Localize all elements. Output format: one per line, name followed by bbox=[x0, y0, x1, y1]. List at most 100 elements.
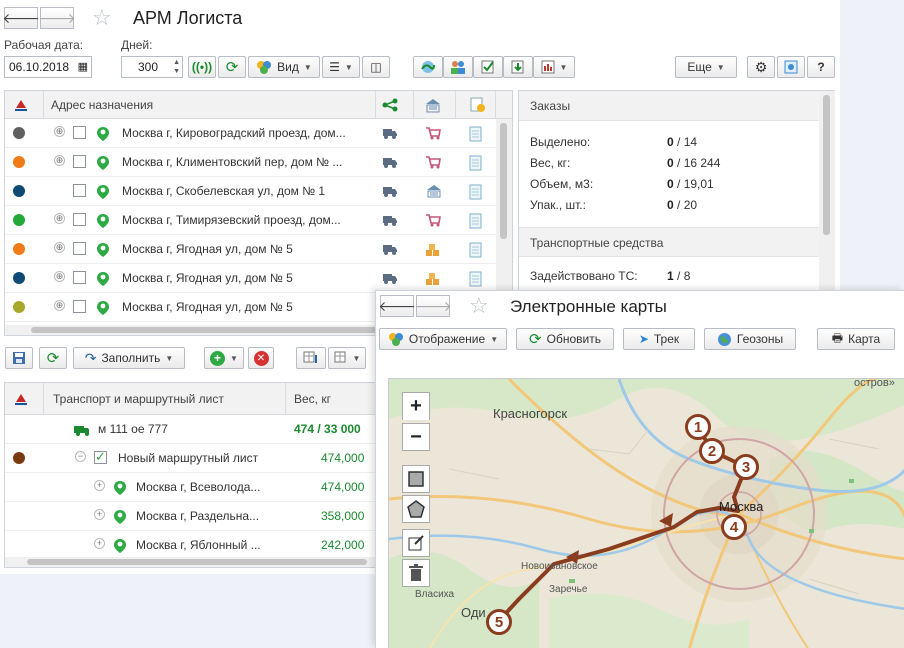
expand-icon[interactable]: ⊕ bbox=[54, 126, 65, 137]
display-button[interactable]: Отображение ▼ bbox=[379, 328, 507, 350]
calendar-icon[interactable]: ▦ bbox=[78, 60, 88, 73]
expand-icon[interactable]: ⊕ bbox=[54, 271, 65, 282]
expand-icon[interactable]: ⊕ bbox=[54, 242, 65, 253]
transport-h-scroll-thumb[interactable] bbox=[27, 559, 367, 565]
vehicle-row[interactable]: м 111 ое 777 474 / 33 000 bbox=[5, 415, 375, 444]
route-marker-1[interactable]: 1 bbox=[685, 414, 711, 440]
check-document-button[interactable] bbox=[473, 56, 503, 78]
delete-shape-button[interactable] bbox=[402, 559, 430, 587]
move-up-button[interactable] bbox=[296, 347, 326, 369]
map-refresh-label: Обновить bbox=[546, 332, 601, 346]
order-checkbox[interactable] bbox=[73, 271, 86, 284]
truck-icon bbox=[382, 184, 398, 198]
draw-polygon-button[interactable] bbox=[402, 495, 430, 523]
orders-scroll-thumb[interactable] bbox=[500, 123, 507, 239]
order-checkbox[interactable] bbox=[73, 300, 86, 313]
delete-button[interactable]: ✕ bbox=[248, 347, 274, 369]
share-route-icon[interactable] bbox=[382, 98, 398, 112]
save-button[interactable] bbox=[5, 347, 33, 369]
truck-icon bbox=[382, 126, 398, 140]
track-button[interactable]: ➤ Трек bbox=[623, 328, 695, 350]
route-marker-2[interactable]: 2 bbox=[699, 438, 725, 464]
order-address: Москва г, Климентовский пер, дом № ... bbox=[122, 155, 343, 169]
route-sheet-row[interactable]: − Новый маршрутный лист 474,000 bbox=[5, 444, 375, 473]
refresh-icon: ⟳ bbox=[46, 350, 60, 367]
route-stop-row[interactable]: + Москва г, Яблонный ... 242,000 bbox=[5, 531, 375, 560]
geozones-button[interactable]: Геозоны bbox=[704, 328, 796, 350]
printer-icon: 🖶 bbox=[831, 330, 844, 345]
expand-icon[interactable]: ⊕ bbox=[54, 155, 65, 166]
view-button[interactable]: Вид ▼ bbox=[248, 56, 320, 78]
add-button[interactable]: + ▼ bbox=[204, 347, 244, 369]
favorite-star-icon[interactable]: ☆ bbox=[92, 7, 112, 29]
collapse-icon[interactable]: − bbox=[75, 451, 86, 462]
expand-icon[interactable]: + bbox=[94, 538, 105, 549]
order-row[interactable]: ⊕ Москва г, Ягодная ул, дом № 5 bbox=[5, 264, 496, 293]
expand-icon[interactable]: + bbox=[94, 480, 105, 491]
download-document-button[interactable] bbox=[503, 56, 533, 78]
edit-shape-button[interactable] bbox=[402, 529, 430, 557]
zoom-in-button[interactable]: + bbox=[402, 392, 430, 420]
map-view[interactable]: Красногорск Москва Новоивановское Заречь… bbox=[388, 378, 904, 648]
drivers-button[interactable] bbox=[443, 56, 473, 78]
panels-button[interactable]: ◫ bbox=[362, 56, 390, 78]
order-checkbox[interactable] bbox=[73, 126, 86, 139]
structure-button[interactable]: ☰ ▼ bbox=[322, 56, 360, 78]
route-marker-4[interactable]: 4 bbox=[721, 514, 747, 540]
expand-icon[interactable]: + bbox=[94, 509, 105, 520]
work-date-input[interactable]: 06.10.2018 ▦ bbox=[4, 56, 92, 78]
route-stop-row[interactable]: + Москва г, Всеволода... 474,000 bbox=[5, 473, 375, 502]
order-checkbox[interactable] bbox=[73, 155, 86, 168]
days-input[interactable]: 300 ▲ ▼ bbox=[121, 56, 183, 78]
move-down-button[interactable]: ▼ bbox=[328, 347, 366, 369]
transport-column-header[interactable]: Транспорт и маршрутный лист bbox=[53, 392, 224, 406]
map-forward-button[interactable]: 🡒 bbox=[414, 295, 452, 317]
draw-rectangle-button[interactable] bbox=[402, 465, 430, 493]
map-favorite-star-icon[interactable]: ☆ bbox=[469, 295, 489, 317]
map-route-button[interactable] bbox=[413, 56, 443, 78]
print-map-button[interactable]: 🖶 Карта bbox=[817, 328, 895, 350]
order-row[interactable]: ⊕ Москва г, Тимирязевский проезд, дом... bbox=[5, 206, 496, 235]
sort-marker-icon[interactable] bbox=[13, 98, 29, 112]
summary-scrollbar[interactable] bbox=[819, 91, 835, 293]
track-signal-button[interactable]: ((•)) bbox=[188, 56, 216, 78]
back-button[interactable]: 🡐 bbox=[2, 7, 40, 29]
reports-button[interactable]: ▼ bbox=[533, 56, 575, 78]
zoom-out-button[interactable]: − bbox=[402, 423, 430, 451]
more-button[interactable]: Еще ▼ bbox=[675, 56, 737, 78]
refresh-button[interactable]: ⟳ bbox=[218, 56, 246, 78]
expand-icon[interactable]: ⊕ bbox=[54, 300, 65, 311]
forward-button[interactable]: 🡒 bbox=[38, 7, 76, 29]
map-back-button[interactable]: 🡐 bbox=[378, 295, 416, 317]
route-sheet-checkbox[interactable] bbox=[94, 449, 107, 465]
document-clock-icon[interactable] bbox=[470, 97, 486, 113]
transport-h-scrollbar[interactable] bbox=[5, 557, 375, 567]
route-marker-5[interactable]: 5 bbox=[486, 609, 512, 635]
help-button[interactable]: ? bbox=[807, 56, 835, 78]
order-color-dot bbox=[13, 214, 25, 226]
order-checkbox[interactable] bbox=[73, 213, 86, 226]
summary-scroll-thumb[interactable] bbox=[823, 95, 830, 235]
order-color-dot bbox=[13, 185, 25, 197]
settings-button[interactable]: ⚙ bbox=[747, 56, 775, 78]
map-refresh-button[interactable]: ⟳ Обновить bbox=[516, 328, 614, 350]
expand-icon[interactable]: ⊕ bbox=[54, 213, 65, 224]
days-stepper-icon[interactable]: ▲ ▼ bbox=[173, 58, 180, 76]
order-row[interactable]: ⊕ Москва г, Ягодная ул, дом № 5 bbox=[5, 235, 496, 264]
order-checkbox[interactable] bbox=[73, 242, 86, 255]
transport-refresh-button[interactable]: ⟳ bbox=[39, 347, 67, 369]
route-marker-3[interactable]: 3 bbox=[733, 454, 759, 480]
order-checkbox[interactable] bbox=[73, 184, 86, 197]
warehouse-icon[interactable] bbox=[424, 97, 442, 113]
weight-column-header[interactable]: Вес, кг bbox=[294, 392, 331, 406]
sort-marker-icon[interactable] bbox=[13, 392, 29, 406]
window-settings-button[interactable] bbox=[777, 56, 805, 78]
order-row[interactable]: ⊕ Москва г, Климентовский пер, дом № ... bbox=[5, 148, 496, 177]
volume-count: 0 bbox=[667, 177, 674, 191]
fill-button[interactable]: ↷ Заполнить ▼ bbox=[73, 347, 185, 369]
order-row[interactable]: ⊕ Москва г, Кировоградский проезд, дом... bbox=[5, 119, 496, 148]
signal-icon: ((•)) bbox=[191, 60, 213, 74]
order-row[interactable]: Москва г, Скобелевская ул, дом № 1 bbox=[5, 177, 496, 206]
route-stop-row[interactable]: + Москва г, Раздельна... 358,000 bbox=[5, 502, 375, 531]
address-column-header[interactable]: Адрес назначения bbox=[51, 98, 153, 112]
